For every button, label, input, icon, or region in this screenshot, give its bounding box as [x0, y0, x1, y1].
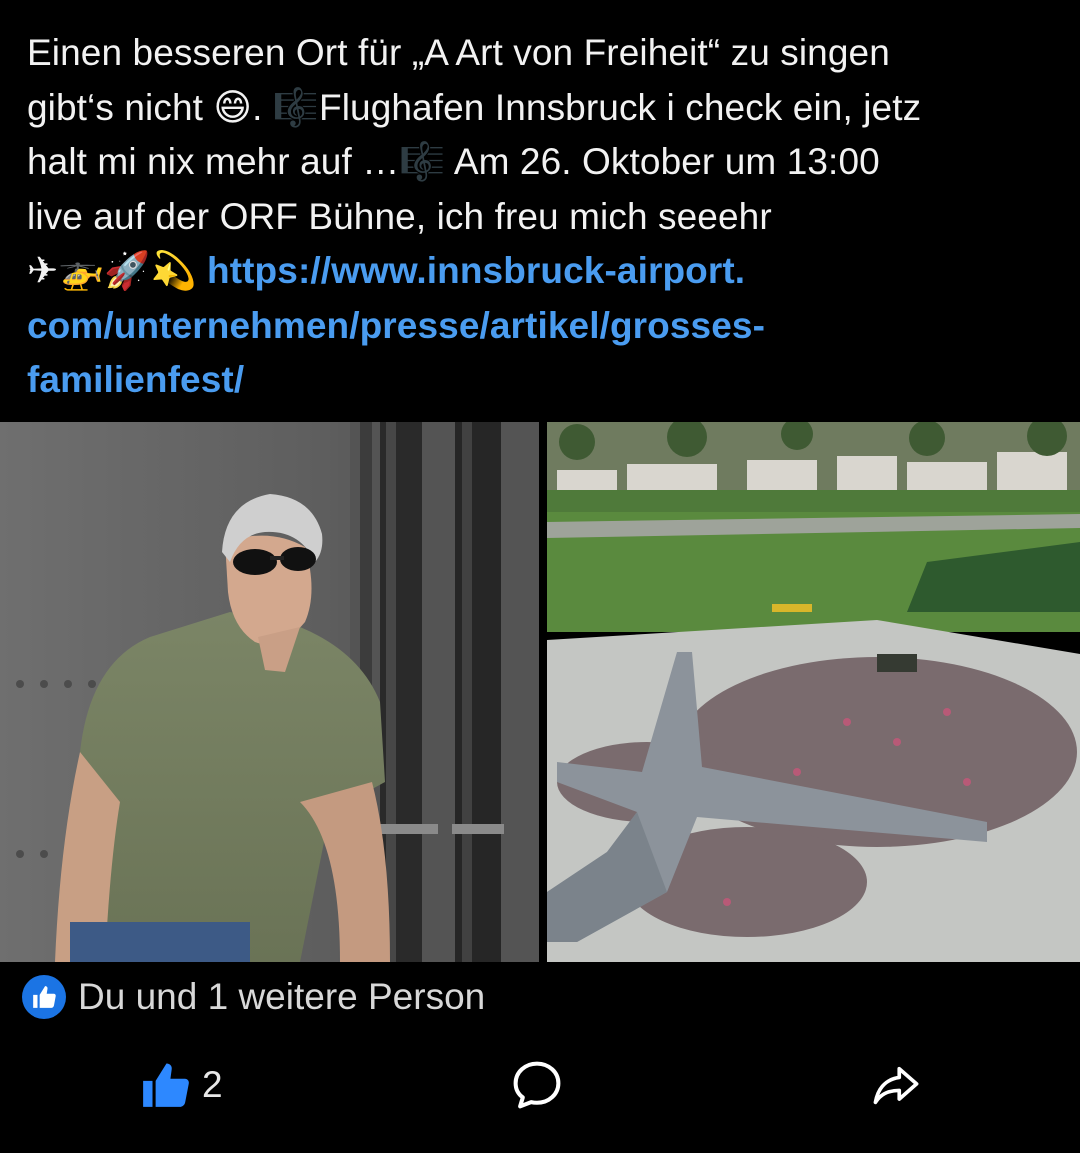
- post-link-cont[interactable]: com/unternehmen/presse/artikel/grosses-: [27, 299, 1057, 354]
- music-score-emoji: 🎼: [272, 85, 319, 129]
- photo-singer-portrait[interactable]: [0, 422, 539, 962]
- comment-bubble-icon: [513, 1061, 561, 1109]
- airport-event-image: [547, 422, 1080, 962]
- post-line-5: ✈🚁🚀💫 https://www.innsbruck-airport.: [27, 244, 1057, 299]
- post-line-4: live auf der ORF Bühne, ich freu mich se…: [27, 195, 772, 237]
- post-line-1: Einen besseren Ort für „A Art von Freihe…: [27, 32, 890, 73]
- post-link-end[interactable]: familienfest/: [27, 353, 1057, 408]
- travel-emojis: ✈🚁🚀💫: [27, 249, 197, 292]
- like-reaction-icon: [22, 975, 66, 1019]
- post-line-2: gibt‘s nicht 😄. 🎼Flughafen Innsbruck i c…: [27, 85, 922, 129]
- thumbs-up-icon: [143, 1063, 189, 1107]
- post-link[interactable]: https://www.innsbruck-airport.: [207, 250, 745, 291]
- photo-grid: [0, 422, 1080, 962]
- share-button[interactable]: [870, 1055, 922, 1115]
- post-line-3: halt mi nix mehr auf …🎼 Am 26. Oktober u…: [27, 140, 880, 183]
- action-bar: 2: [0, 1055, 1080, 1115]
- singer-portrait-image: [0, 422, 539, 962]
- share-arrow-icon: [873, 1066, 919, 1105]
- like-button[interactable]: 2: [140, 1055, 223, 1115]
- comment-button[interactable]: [510, 1055, 564, 1115]
- post-text: Einen besseren Ort für „A Art von Freihe…: [27, 26, 1057, 408]
- reaction-summary-text: Du und 1 weitere Person: [78, 976, 486, 1017]
- like-count: 2: [202, 1064, 223, 1105]
- reaction-summary[interactable]: Du und 1 weitere Person: [22, 974, 485, 1020]
- photo-airport-event[interactable]: [547, 422, 1080, 962]
- music-score-emoji: 🎼: [399, 140, 446, 183]
- grin-emoji: 😄: [213, 85, 253, 129]
